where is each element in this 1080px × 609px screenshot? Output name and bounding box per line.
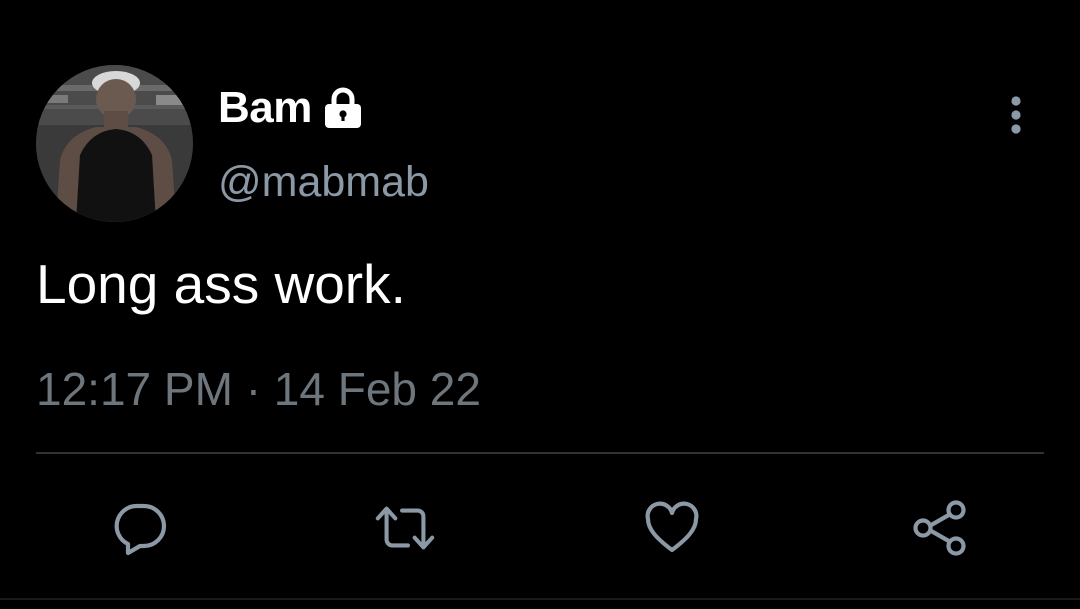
heart-icon — [645, 501, 699, 553]
reply-icon — [114, 503, 167, 556]
divider — [36, 452, 1044, 454]
avatar[interactable] — [36, 65, 193, 222]
retweet-icon — [375, 506, 435, 550]
tweet-time: 12:17 PM — [36, 363, 233, 415]
share-button[interactable] — [908, 496, 972, 560]
more-vertical-icon — [1011, 96, 1021, 134]
display-name-row: Bam — [218, 80, 366, 136]
reply-button[interactable] — [108, 496, 172, 560]
more-options-button[interactable] — [996, 92, 1036, 138]
bottom-divider — [0, 598, 1080, 600]
share-icon — [913, 500, 966, 556]
timestamp-separator: · — [245, 363, 262, 415]
tweet-date: 14 Feb 22 — [273, 363, 481, 415]
lock-icon — [320, 85, 366, 131]
like-button[interactable] — [640, 496, 704, 560]
tweet-detail: Bam @mabmab Long ass work. 12:17 PM · 14… — [0, 0, 1080, 609]
display-name[interactable]: Bam — [218, 83, 312, 133]
tweet-timestamp[interactable]: 12:17 PM · 14 Feb 22 — [36, 362, 481, 416]
retweet-button[interactable] — [373, 496, 437, 560]
tweet-text: Long ass work. — [36, 253, 406, 315]
user-handle[interactable]: @mabmab — [218, 158, 429, 207]
avatar-photo — [36, 65, 193, 222]
